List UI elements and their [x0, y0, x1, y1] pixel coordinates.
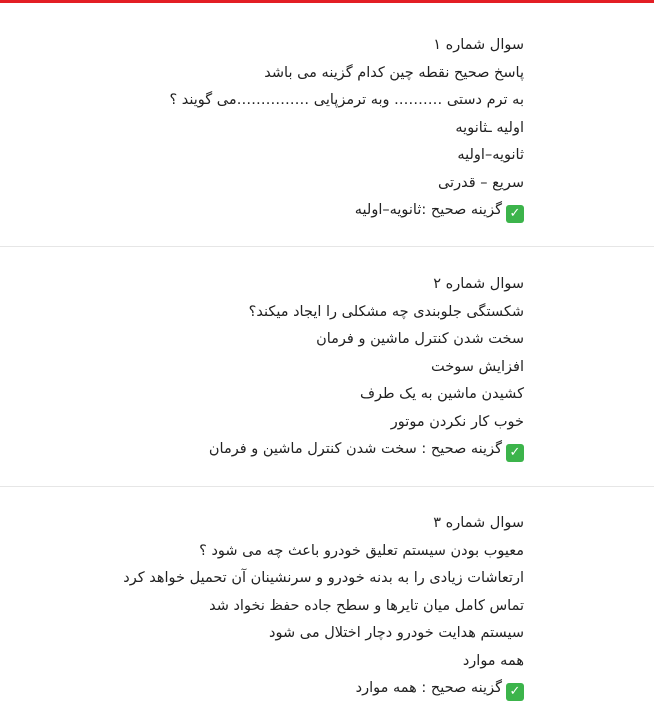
option-1: سخت شدن کنترل ماشین و فرمان: [316, 331, 524, 347]
check-mark-icon: ✓: [506, 205, 524, 223]
question-prompt: شکستگی جلوبندی چه مشکلی را ایجاد میکند؟: [248, 303, 524, 320]
option-4: خوب کار نکردن موتور: [390, 413, 524, 430]
correct-answer-text: گزینه صحیح : سخت شدن کنترل ماشین و فرمان: [208, 441, 502, 457]
question-block-3: سوال شماره ۳ معیوب بودن سیستم تعلیق خودر…: [4, 510, 524, 703]
option-3: سریع – قدرتی: [437, 174, 524, 191]
question-title: سوال شماره ۲: [433, 276, 524, 292]
correct-answer-text: گزینه صحیح : همه موارد: [355, 680, 502, 696]
option-3: کشیدن ماشین به یک طرف: [359, 386, 524, 402]
check-mark-icon: ✓: [506, 444, 524, 462]
correct-answer-text: گزینه صحیح :ثانویه–اولیه: [354, 202, 502, 218]
option-3: سیستم هدایت خودرو دچار اختلال می شود: [269, 625, 524, 641]
correct-answer: ✓گزینه صحیح : سخت شدن کنترل ماشین و فرما…: [4, 436, 524, 464]
option-1: اولیه ـثانویه: [455, 119, 524, 136]
option-2: ثانویه–اولیه: [457, 147, 524, 163]
check-mark-icon: ✓: [506, 683, 524, 701]
option-2: تماس کامل میان تایرها و سطح جاده حفظ نخو…: [209, 597, 524, 614]
option-1: ارتعاشات زیادی را به بدنه خودرو و سرنشین…: [123, 570, 524, 586]
section-divider: [0, 246, 654, 247]
question-prompt: معیوب بودن سیستم تعلیق خودرو باعث چه می …: [199, 542, 524, 559]
question-block-2: سوال شماره ۲ شکستگی جلوبندی چه مشکلی را …: [4, 271, 524, 464]
correct-answer: ✓گزینه صحیح :ثانویه–اولیه: [4, 197, 524, 225]
option-4: همه موارد: [462, 652, 524, 669]
option-2: افزایش سوخت: [431, 358, 524, 375]
top-accent-bar: [0, 0, 654, 3]
question-block-1: سوال شماره ۱ پاسخ صحیح نقطه چین کدام گزی…: [4, 32, 524, 225]
section-divider: [0, 486, 654, 487]
question-prompt-continued: به ترم دستی ………. وبه ترمزپایی ……………می گو…: [169, 92, 524, 108]
question-title: سوال شماره ۳: [433, 515, 524, 531]
correct-answer: ✓گزینه صحیح : همه موارد: [4, 675, 524, 703]
question-title: سوال شماره ۱: [433, 37, 524, 53]
question-prompt: پاسخ صحیح نقطه چین کدام گزینه می باشد: [264, 64, 524, 81]
